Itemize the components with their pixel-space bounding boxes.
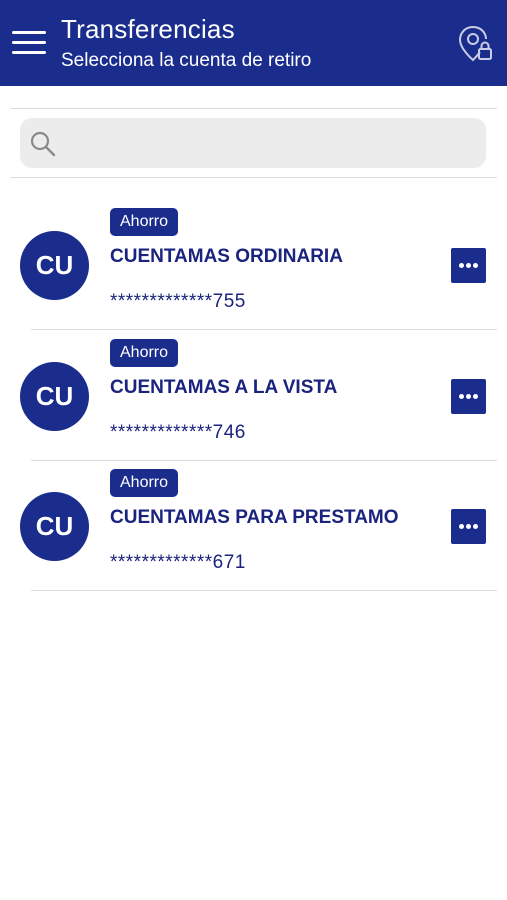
top-divider (10, 108, 497, 109)
account-item[interactable]: CU Ahorro CUENTAMAS PARA PRESTAMO ******… (0, 469, 507, 599)
account-avatar: CU (20, 362, 89, 431)
page-subtitle: Selecciona la cuenta de retiro (61, 50, 312, 71)
account-avatar: CU (20, 492, 89, 561)
account-type-badge: Ahorro (110, 469, 179, 497)
account-type-badge: Ahorro (110, 208, 179, 236)
hamburger-menu-icon[interactable] (12, 28, 46, 58)
search-input[interactable] (64, 126, 474, 160)
search-icon (30, 131, 56, 157)
location-lock-icon[interactable] (458, 24, 494, 64)
account-name: CUENTAMAS A LA VISTA (110, 377, 338, 398)
account-divider (31, 590, 497, 591)
more-options-button[interactable] (451, 509, 486, 544)
account-type-badge: Ahorro (110, 339, 179, 367)
account-divider (31, 460, 497, 461)
account-number: *************671 (110, 552, 246, 573)
account-item[interactable]: CU Ahorro CUENTAMAS A LA VISTA *********… (0, 339, 507, 469)
more-options-button[interactable] (451, 379, 486, 414)
search-divider (10, 177, 497, 178)
page-title: Transferencias (61, 14, 235, 44)
more-options-button[interactable] (451, 248, 486, 283)
account-item[interactable]: CU Ahorro CUENTAMAS ORDINARIA **********… (0, 208, 507, 338)
app-header: Transferencias Selecciona la cuenta de r… (0, 0, 507, 86)
account-name: CUENTAMAS PARA PRESTAMO (110, 507, 399, 528)
account-number: *************746 (110, 422, 246, 443)
account-divider (31, 329, 497, 330)
search-bar[interactable] (20, 118, 486, 168)
account-number: *************755 (110, 291, 246, 312)
account-name: CUENTAMAS ORDINARIA (110, 246, 343, 267)
account-avatar: CU (20, 231, 89, 300)
